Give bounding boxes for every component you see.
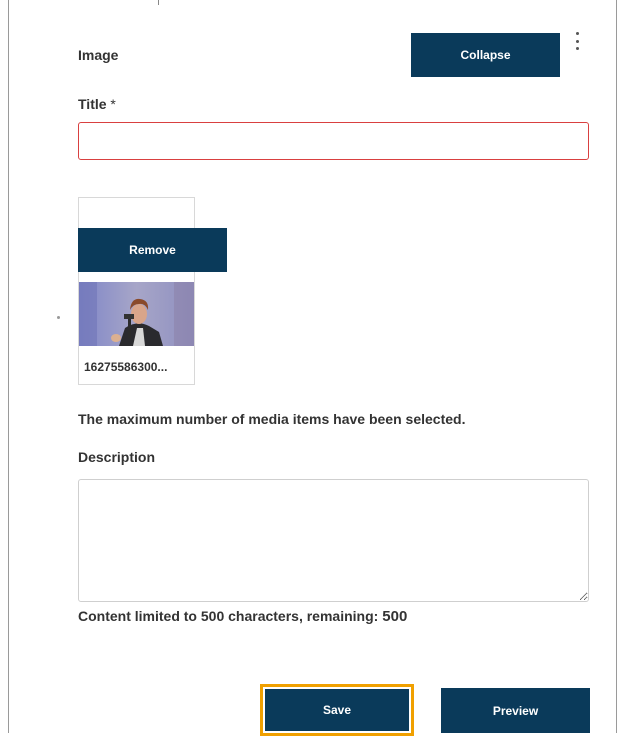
- character-limit-text: Content limited to 500 characters, remai…: [78, 608, 407, 625]
- remaining-count: 500: [382, 608, 408, 625]
- title-label-text: Title: [78, 96, 107, 112]
- required-marker: *: [110, 96, 116, 112]
- title-input[interactable]: [78, 122, 589, 160]
- drag-handle-dot: [57, 316, 60, 319]
- save-button[interactable]: Save: [265, 689, 409, 731]
- kebab-menu-icon[interactable]: [572, 32, 582, 50]
- section-label-image: Image: [78, 47, 119, 63]
- title-label: Title *: [78, 96, 116, 112]
- preview-button[interactable]: Preview: [441, 688, 590, 733]
- max-items-message: The maximum number of media items have b…: [78, 411, 466, 427]
- divider: [158, 0, 159, 5]
- description-label: Description: [78, 449, 156, 465]
- description-textarea[interactable]: [78, 479, 589, 602]
- remove-media-button[interactable]: Remove: [78, 228, 227, 272]
- collapse-button[interactable]: Collapse: [411, 33, 560, 77]
- limit-text: Content limited to 500 characters, remai…: [78, 608, 379, 624]
- media-thumbnail: [79, 282, 194, 346]
- media-filename: 16275586300...: [84, 360, 168, 374]
